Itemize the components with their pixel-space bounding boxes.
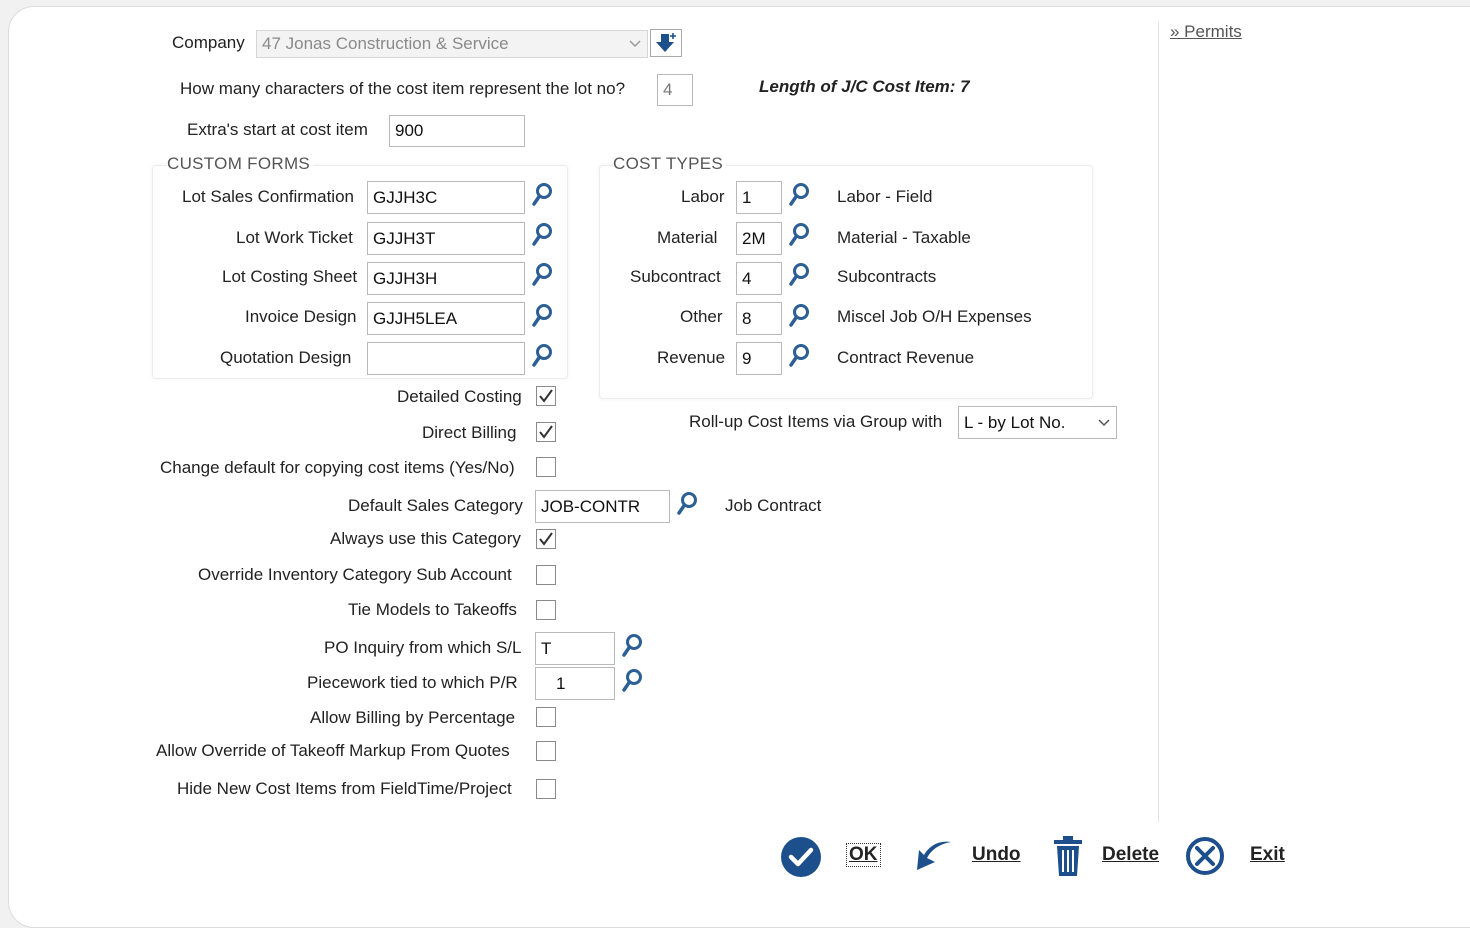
cost-type-revenue-label: Revenue	[657, 348, 726, 367]
lookup-magnifier-icon[interactable]	[531, 222, 553, 248]
invoice-design-label: Invoice Design	[245, 307, 357, 326]
chevron-down-icon	[629, 40, 641, 48]
po-inquiry-field[interactable]: T	[535, 632, 615, 665]
lot-chars-label: How many characters of the cost item rep…	[180, 79, 626, 98]
lookup-magnifier-icon[interactable]	[788, 222, 810, 248]
lot-costing-sheet-label: Lot Costing Sheet	[222, 267, 358, 286]
lot-work-ticket-label: Lot Work Ticket	[236, 228, 353, 247]
trash-icon[interactable]	[1052, 834, 1084, 878]
sales-category-desc: Job Contract	[725, 496, 822, 515]
rollup-select-value: L - by Lot No.	[964, 413, 1066, 432]
delete-button[interactable]: Delete	[1102, 844, 1159, 866]
lookup-magnifier-icon[interactable]	[621, 668, 643, 694]
checkmark-icon	[539, 532, 553, 546]
lookup-magnifier-icon[interactable]	[531, 262, 553, 288]
cost-type-other-desc: Miscel Job O/H Expenses	[837, 307, 1032, 326]
exit-x-icon[interactable]	[1185, 836, 1225, 876]
lookup-magnifier-icon[interactable]	[788, 343, 810, 369]
lookup-magnifier-icon[interactable]	[531, 303, 553, 329]
cost-type-other-field[interactable]: 8	[736, 302, 782, 335]
cost-types-title: COST TYPES	[613, 154, 727, 174]
cost-type-material-desc: Material - Taxable	[837, 228, 971, 247]
cost-type-labor-field[interactable]: 1	[736, 181, 782, 214]
extras-field[interactable]: 900	[389, 115, 525, 147]
lookup-magnifier-icon[interactable]	[676, 491, 698, 517]
lookup-magnifier-icon[interactable]	[788, 303, 810, 329]
cost-type-subcontract-field[interactable]: 4	[736, 262, 782, 295]
cost-type-material-field[interactable]: 2M	[736, 222, 782, 255]
cost-type-labor-desc: Labor - Field	[837, 187, 933, 206]
detailed-costing-checkbox[interactable]	[536, 386, 556, 406]
exit-button[interactable]: Exit	[1250, 844, 1285, 866]
cost-type-revenue-field[interactable]: 9	[736, 342, 782, 375]
invoice-design-field[interactable]: GJJH5LEA	[367, 302, 525, 335]
length-note: Length of J/C Cost Item: 7	[759, 77, 970, 96]
cost-type-material-label: Material	[657, 228, 718, 247]
company-label: Company	[172, 33, 245, 52]
hide-new-cost-label: Hide New Cost Items from FieldTime/Proje…	[177, 779, 512, 798]
cost-type-revenue-desc: Contract Revenue	[837, 348, 975, 367]
override-inventory-label: Override Inventory Category Sub Account	[198, 565, 512, 584]
company-select[interactable]: 47 Jonas Construction & Service	[256, 30, 648, 58]
extras-label: Extra's start at cost item	[187, 120, 368, 139]
lookup-magnifier-icon[interactable]	[531, 182, 553, 208]
allow-override-markup-label: Allow Override of Takeoff Markup From Qu…	[156, 741, 510, 760]
lookup-magnifier-icon[interactable]	[788, 182, 810, 208]
cost-type-subcontract-desc: Subcontracts	[837, 267, 937, 286]
vertical-divider	[1158, 22, 1159, 822]
permits-link[interactable]: » Permits	[1170, 22, 1242, 42]
chevron-down-icon	[1098, 419, 1110, 427]
cost-type-labor-label: Labor	[681, 187, 725, 206]
checkmark-icon	[539, 389, 553, 403]
allow-override-markup-checkbox[interactable]	[536, 741, 556, 761]
download-arrow-icon	[656, 33, 676, 52]
always-use-label: Always use this Category	[330, 529, 521, 548]
piecework-field[interactable]: 1	[535, 667, 615, 700]
checkmark-icon	[539, 425, 553, 439]
quotation-design-field[interactable]	[367, 342, 525, 375]
cost-type-subcontract-label: Subcontract	[630, 267, 721, 286]
piecework-label: Piecework tied to which P/R	[307, 673, 518, 692]
lot-work-ticket-field[interactable]: GJJH3T	[367, 222, 525, 255]
undo-arrow-icon[interactable]	[913, 836, 955, 874]
hide-new-cost-checkbox[interactable]	[536, 779, 556, 799]
sales-category-label: Default Sales Category	[348, 496, 523, 515]
po-inquiry-label: PO Inquiry from which S/L	[324, 638, 522, 657]
lot-costing-sheet-field[interactable]: GJJH3H	[367, 262, 525, 295]
allow-billing-pct-checkbox[interactable]	[536, 707, 556, 727]
always-use-checkbox[interactable]	[536, 529, 556, 549]
change-default-checkbox[interactable]	[536, 457, 556, 477]
company-select-value: 47 Jonas Construction & Service	[262, 34, 509, 53]
rollup-label: Roll-up Cost Items via Group with	[689, 412, 943, 431]
lookup-magnifier-icon[interactable]	[531, 343, 553, 369]
tie-models-checkbox[interactable]	[536, 600, 556, 620]
cost-type-other-label: Other	[680, 307, 723, 326]
quotation-design-label: Quotation Design	[220, 348, 352, 367]
custom-forms-title: CUSTOM FORMS	[167, 154, 314, 174]
direct-billing-label: Direct Billing	[422, 423, 517, 442]
change-default-label: Change default for copying cost items (Y…	[160, 458, 515, 477]
ok-button[interactable]: OK	[846, 843, 881, 867]
direct-billing-checkbox[interactable]	[536, 422, 556, 442]
company-download-button[interactable]	[650, 29, 682, 57]
tie-models-label: Tie Models to Takeoffs	[348, 600, 517, 619]
rollup-select[interactable]: L - by Lot No.	[958, 406, 1117, 439]
lot-sales-confirmation-label: Lot Sales Confirmation	[182, 187, 354, 206]
lookup-magnifier-icon[interactable]	[788, 262, 810, 288]
lot-sales-confirmation-field[interactable]: GJJH3C	[367, 181, 525, 214]
override-inventory-checkbox[interactable]	[536, 565, 556, 585]
undo-button[interactable]: Undo	[972, 844, 1021, 866]
allow-billing-pct-label: Allow Billing by Percentage	[310, 708, 516, 727]
lookup-magnifier-icon[interactable]	[621, 633, 643, 659]
sales-category-field[interactable]: JOB-CONTR	[535, 490, 670, 523]
detailed-costing-label: Detailed Costing	[397, 387, 522, 406]
lot-chars-field[interactable]: 4	[657, 74, 693, 106]
ok-check-icon[interactable]	[780, 836, 822, 878]
